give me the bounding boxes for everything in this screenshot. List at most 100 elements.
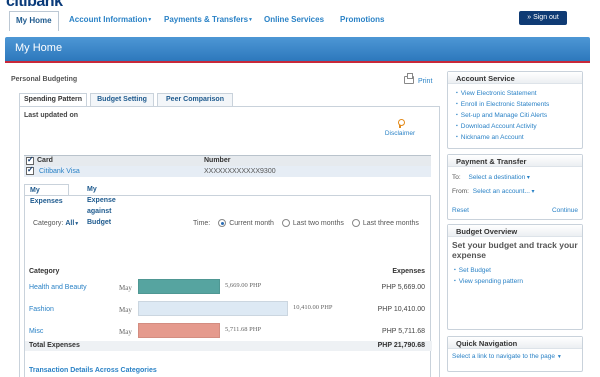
nav-tab-label: Payments & Transfers <box>164 15 249 24</box>
payment-transfer-box: Payment & Transfer To: Select a destinat… <box>447 154 583 220</box>
nav-tab-my-home[interactable]: My Home <box>9 11 59 31</box>
card-checkbox[interactable] <box>26 165 34 175</box>
quick-navigation-label: Select a link to navigate to the page <box>452 353 555 360</box>
nav-tab-online-services[interactable]: Online Services <box>258 11 330 30</box>
expenses-column-header: Expenses <box>392 268 425 275</box>
quick-navigation-title: Quick Navigation <box>448 337 582 349</box>
enroll-electronic-statements-link[interactable]: Enroll in Electronic Statements <box>456 99 550 110</box>
download-account-activity-link[interactable]: Download Account Activity <box>456 121 549 132</box>
expense-row: Misc May 5,711.68 PHP PHP 5,711.68 <box>25 323 432 341</box>
expense-total: PHP 5,711.68 <box>382 328 425 335</box>
expense-month: May <box>119 306 132 314</box>
tab-budget-setting[interactable]: Budget Setting <box>90 93 154 107</box>
to-label: To: <box>452 174 461 181</box>
account-service-links: View Electronic Statement Enroll in Elec… <box>456 88 550 143</box>
category-column-header: Category <box>29 268 60 275</box>
from-field: From: Select an account... <box>452 188 535 195</box>
total-expenses-value: PHP 21,790.68 <box>377 342 425 349</box>
card-table-row: Citibank Visa XXXXXXXXXXXX9300 <box>24 165 431 177</box>
select-all-cards-checkbox[interactable] <box>26 155 34 165</box>
expense-bar <box>138 323 220 338</box>
card-number: XXXXXXXXXXXX9300 <box>204 168 276 175</box>
expense-bar <box>138 301 288 316</box>
expense-row: Fashion May 10,410.00 PHP PHP 10,410.00 <box>25 301 432 319</box>
category-filter-label: Category: <box>33 220 64 227</box>
category-link[interactable]: Fashion <box>29 306 54 313</box>
sign-out-button[interactable]: » Sign out <box>519 11 567 25</box>
quick-navigation-box: Quick Navigation Select a link to naviga… <box>447 336 583 372</box>
current-month-radio[interactable] <box>218 219 227 227</box>
citibank-logo[interactable]: citibank <box>6 0 63 11</box>
nav-tab-label: Promotions <box>340 15 385 24</box>
expense-month: May <box>119 328 132 336</box>
expense-bar-label: 5,669.00 PHP <box>225 282 262 289</box>
expense-bar <box>138 279 220 294</box>
reset-button[interactable]: Reset <box>452 207 469 214</box>
expense-total: PHP 5,669.00 <box>381 284 425 291</box>
tab-spending-pattern[interactable]: Spending Pattern <box>19 93 87 107</box>
disclaimer-label: Disclaimer <box>384 130 416 137</box>
disclaimer-link[interactable]: Disclaimer <box>380 119 420 137</box>
view-spending-pattern-link[interactable]: View spending pattern <box>454 276 523 287</box>
chevron-down-icon: ▼ <box>74 221 80 227</box>
radio-label: Last two months <box>292 220 344 227</box>
nav-tab-label: My Home <box>16 16 52 25</box>
last-two-months-radio[interactable] <box>281 219 290 227</box>
account-service-title: Account Service <box>448 72 582 84</box>
total-expenses-row: Total Expenses PHP 21,790.68 <box>25 341 432 351</box>
payment-transfer-title: Payment & Transfer <box>448 155 582 167</box>
main-navigation: My Home Account Information▼ Payments & … <box>0 11 600 31</box>
print-button[interactable]: Print <box>404 73 433 85</box>
citi-alerts-link[interactable]: Set-up and Manage Citi Alerts <box>456 110 549 121</box>
quick-navigation-link[interactable]: Select a link to navigate to the page ▼ <box>452 353 562 360</box>
budget-overview-links: Set Budget View spending pattern <box>454 265 523 287</box>
to-field: To: Select a destination <box>452 174 530 181</box>
set-budget-link[interactable]: Set Budget <box>454 265 523 276</box>
printer-icon <box>404 73 414 84</box>
nav-tab-label: Account Information <box>69 15 148 24</box>
budget-overview-headline: Set your budget and track your expense <box>452 240 578 260</box>
expense-total: PHP 10,410.00 <box>377 306 425 313</box>
last-updated-label: Last updated on <box>24 112 79 119</box>
page-title: My Home <box>15 42 63 54</box>
category-link[interactable]: Misc <box>29 328 43 335</box>
card-name-link[interactable]: Citibank Visa <box>39 168 80 175</box>
destination-select[interactable]: Select a destination <box>468 174 529 181</box>
nav-tab-account-information[interactable]: Account Information▼ <box>63 11 158 30</box>
category-link[interactable]: Health and Beauty <box>29 284 87 291</box>
budget-overview-box: Budget Overview Set your budget and trac… <box>447 224 583 330</box>
last-three-months-radio[interactable] <box>351 219 360 227</box>
category-filter[interactable]: Category: All▼ <box>33 220 79 227</box>
total-expenses-label: Total Expenses <box>29 342 80 349</box>
view-electronic-statement-link[interactable]: View Electronic Statement <box>456 88 549 99</box>
number-column-header: Number <box>204 157 231 164</box>
expense-bar-label: 5,711.68 PHP <box>225 326 262 333</box>
expense-row: Health and Beauty May 5,669.00 PHP PHP 5… <box>25 279 432 297</box>
account-select[interactable]: Select an account... <box>473 188 535 195</box>
section-title: Personal Budgeting <box>11 76 78 83</box>
category-filter-value[interactable]: All <box>65 220 74 227</box>
budget-overview-title: Budget Overview <box>448 225 582 237</box>
double-chevron-right-icon: » <box>527 14 532 21</box>
banner-divider <box>5 61 590 63</box>
nav-tab-promotions[interactable]: Promotions <box>334 11 390 30</box>
personal-budgeting-module: Personal Budgeting Print Spending Patter… <box>8 64 442 377</box>
radio-label: Current month <box>229 220 274 227</box>
page-banner: My Home <box>5 37 590 61</box>
nav-tab-label: Online Services <box>264 15 325 24</box>
lightbulb-icon <box>397 119 405 128</box>
nickname-account-link[interactable]: Nickname an Account <box>456 132 549 143</box>
time-filter: Time: Current month Last two months Last… <box>193 219 419 227</box>
print-label: Print <box>418 78 433 85</box>
continue-button[interactable]: Continue <box>552 207 578 214</box>
card-table-header: Card Number <box>24 155 431 166</box>
expense-bar-label: 10,410.00 PHP <box>293 304 333 311</box>
tab-peer-comparison[interactable]: Peer Comparison <box>157 93 233 107</box>
spending-pattern-panel: Last updated on Disclaimer Card Number C… <box>19 106 440 377</box>
dropdown-caret-icon: ▼ <box>248 17 253 23</box>
nav-tab-payments-transfers[interactable]: Payments & Transfers▼ <box>158 11 259 30</box>
chevron-down-icon: ▼ <box>556 354 562 360</box>
dropdown-caret-icon: ▼ <box>147 17 153 23</box>
account-service-box: Account Service View Electronic Statemen… <box>447 71 583 149</box>
transaction-details-link[interactable]: Transaction Details Across Categories <box>29 367 157 374</box>
